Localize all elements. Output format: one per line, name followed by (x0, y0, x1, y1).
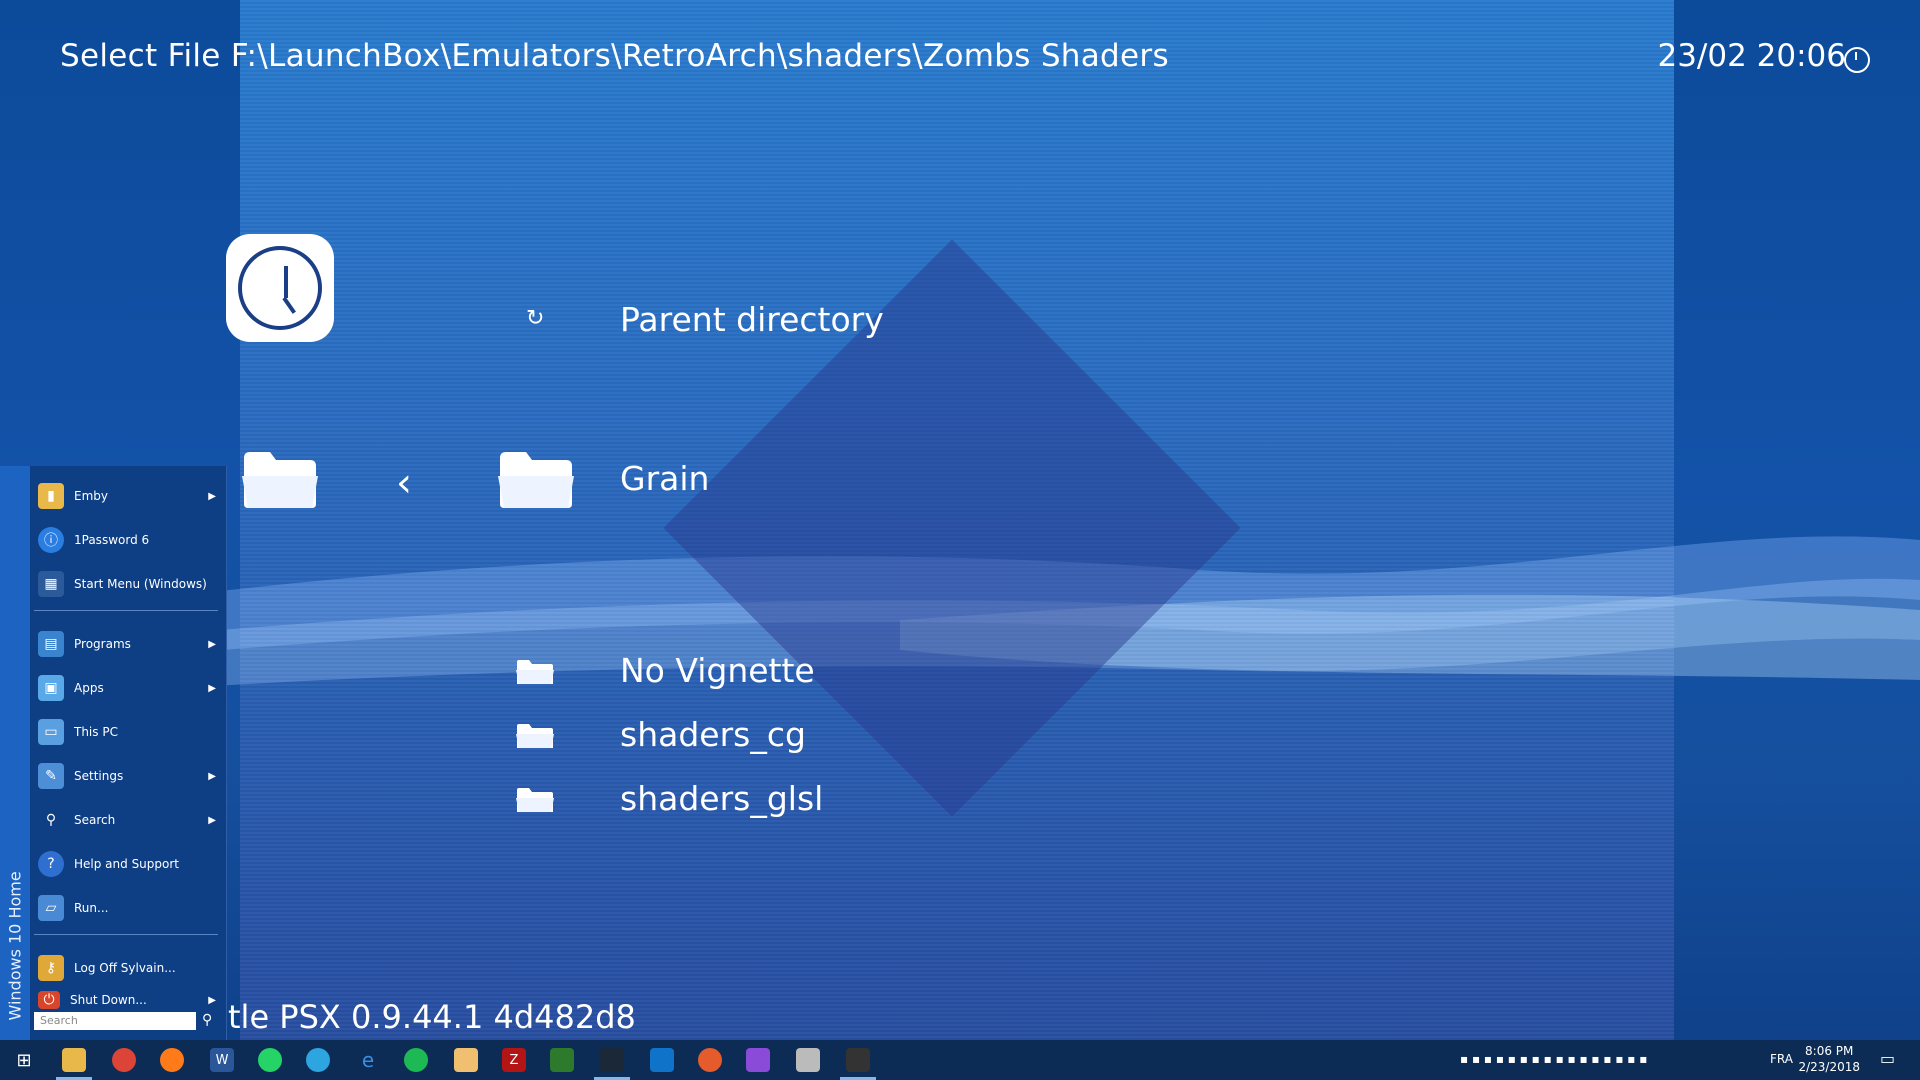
telegram-icon[interactable] (306, 1048, 330, 1072)
app-icon[interactable] (550, 1048, 574, 1072)
steam-icon[interactable] (600, 1048, 624, 1072)
taskbar-clock[interactable]: 8:06 PM 2/23/2018 (1798, 1043, 1860, 1075)
chevron-right-icon: ▶ (208, 490, 216, 502)
key-icon: ⚷ (38, 955, 64, 981)
start-item-apps[interactable]: ▣ Apps ▶ (30, 666, 226, 710)
language-indicator[interactable]: FRA (1770, 1052, 1793, 1066)
app-icon[interactable] (746, 1048, 770, 1072)
chevron-right-icon: ▶ (208, 682, 216, 694)
page-title: Select File F:\LaunchBox\Emulators\Retro… (60, 38, 1169, 74)
chevron-right-icon: ▶ (208, 994, 216, 1006)
folder-item-shaders-glsl[interactable]: shaders_glsl (620, 779, 823, 818)
help-icon: ? (38, 851, 64, 877)
onepassword-icon: ⓘ (38, 527, 64, 553)
chevron-right-icon: ▶ (208, 638, 216, 650)
start-item-programs[interactable]: ▤ Programs ▶ (30, 622, 226, 666)
start-item-help[interactable]: ? Help and Support (30, 842, 226, 886)
whatsapp-icon[interactable] (258, 1048, 282, 1072)
notification-icon[interactable]: ▭ (1880, 1049, 1895, 1068)
separator (34, 610, 218, 611)
clock-hand (284, 266, 288, 298)
file-explorer-icon[interactable] (62, 1048, 86, 1072)
chevron-left-icon[interactable]: ‹ (396, 460, 412, 506)
chevron-right-icon: ▶ (208, 770, 216, 782)
folder-icon (516, 788, 554, 812)
clock-hand (282, 296, 296, 314)
start-item-settings[interactable]: ✎ Settings ▶ (30, 754, 226, 798)
core-version-label: tle PSX 0.9.44.1 4d482d8 (228, 998, 636, 1036)
start-item-run[interactable]: ▱ Run... (30, 886, 226, 930)
start-item-emby[interactable]: ▮ Emby ▶ (30, 474, 226, 518)
edge-icon[interactable]: e (356, 1048, 380, 1072)
folder-icon: ▮ (38, 483, 64, 509)
app-icon[interactable] (454, 1048, 478, 1072)
parent-directory-item[interactable]: Parent directory (620, 300, 884, 339)
folder-item-no-vignette[interactable]: No Vignette (620, 651, 815, 690)
filezilla-icon[interactable]: Z (502, 1048, 526, 1072)
start-item-search[interactable]: ⚲ Search ▶ (30, 798, 226, 842)
start-menu: Windows 10 Home ▮ Emby ▶ ⓘ 1Password 6 ▦ … (0, 466, 227, 1040)
word-icon[interactable]: W (210, 1048, 234, 1072)
folder-icon (242, 452, 318, 508)
search-icon[interactable]: ⚲ (202, 1012, 212, 1028)
start-menu-app-icon: ▦ (38, 571, 64, 597)
start-menu-stripe: Windows 10 Home (0, 466, 30, 1040)
start-search-input[interactable]: Search (34, 1012, 196, 1030)
chrome-icon[interactable] (112, 1048, 136, 1072)
app-icon[interactable] (796, 1048, 820, 1072)
folder-icon (516, 660, 554, 684)
folder-item-shaders-cg[interactable]: shaders_cg (620, 715, 806, 754)
clock-icon (1844, 47, 1870, 73)
apps-icon: ▣ (38, 675, 64, 701)
separator (34, 934, 218, 935)
run-icon: ▱ (38, 895, 64, 921)
chevron-right-icon: ▶ (208, 814, 216, 826)
folder-icon (498, 452, 574, 508)
start-item-1password[interactable]: ⓘ 1Password 6 (30, 518, 226, 562)
refresh-icon: ↻ (526, 306, 545, 331)
tray-icons[interactable]: ▪ ▪ ▪ ▪ ▪ ▪ ▪ ▪ ▪ ▪ ▪ ▪ ▪ ▪ ▪ ▪ (1460, 1052, 1647, 1066)
power-icon: ⏻ (38, 991, 60, 1009)
magnifier-icon: ⚲ (45, 812, 57, 828)
windows-start-icon[interactable]: ⊞ (12, 1048, 36, 1072)
start-item-startmenu[interactable]: ▦ Start Menu (Windows) (30, 562, 226, 606)
start-item-shutdown[interactable]: ⏻ Shut Down... ▶ (30, 990, 226, 1010)
programs-icon: ▤ (38, 631, 64, 657)
start-item-logoff[interactable]: ⚷ Log Off Sylvain... (30, 946, 226, 990)
folder-icon (516, 724, 554, 748)
clock-time: 23/02 20:06 (1657, 38, 1846, 74)
computer-icon: ▭ (38, 719, 64, 745)
spotify-icon[interactable] (404, 1048, 428, 1072)
history-clock-icon[interactable] (226, 234, 334, 342)
app-icon[interactable] (698, 1048, 722, 1072)
outlook-icon[interactable] (650, 1048, 674, 1072)
taskbar: ⊞ W e Z ▪ ▪ ▪ ▪ ▪ ▪ ▪ ▪ ▪ ▪ ▪ ▪ ▪ ▪ ▪ ▪ … (0, 1040, 1920, 1080)
folder-item-grain[interactable]: Grain (620, 459, 709, 498)
settings-icon: ✎ (38, 763, 64, 789)
firefox-icon[interactable] (160, 1048, 184, 1072)
start-item-this-pc[interactable]: ▭ This PC (30, 710, 226, 754)
clock-face (238, 246, 322, 330)
retroarch-icon[interactable] (846, 1048, 870, 1072)
